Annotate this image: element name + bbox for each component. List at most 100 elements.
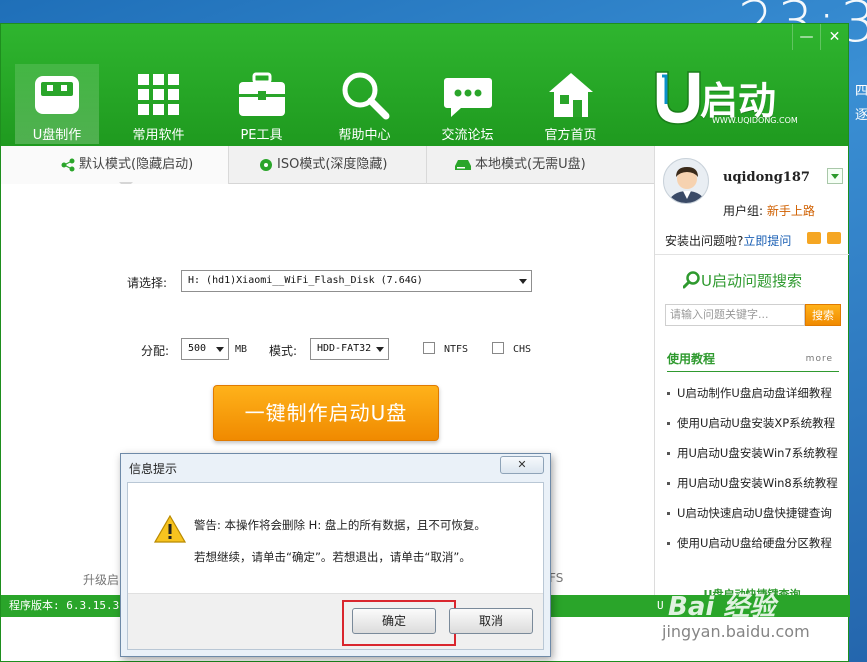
dialog-title: 信息提示 [129, 462, 178, 476]
chevron-down-icon [376, 347, 384, 352]
user-group: 用户组: 新手上路 [723, 202, 815, 219]
alloc-value: 500 [188, 343, 207, 354]
nav-label: U盘制作 [32, 128, 82, 143]
close-button[interactable]: ✕ [820, 24, 848, 50]
nav-label: 官方首页 [544, 128, 597, 143]
mode-value: HDD-FAT32 [317, 343, 372, 354]
tutorial-item[interactable]: 使用U启动U盘给硬盘分区教程 [667, 528, 845, 558]
alloc-unit: MB [235, 344, 248, 355]
tutorial-list: U启动制作U盘启动盘详细教程 使用U启动U盘安装XP系统教程 用U启动U盘安装W… [667, 378, 845, 558]
nav-item-software[interactable]: 常用软件 [107, 64, 210, 144]
user-menu-dropdown[interactable] [827, 168, 843, 184]
title-bar: — ✕ U盘制作 常用软件 PE工具 帮助中心 交流论坛 官方首页 启动 WWW… [1, 24, 848, 146]
instruction-message: 若想继续，请单击“确定”。若想退出，请单击“取消”。 [194, 550, 471, 564]
tab-default-mode[interactable]: 默认模式(隐藏启动) [1, 146, 229, 189]
nav-item-home[interactable]: 官方首页 [519, 64, 622, 144]
tab-local-mode[interactable]: 本地模式(无需U盘) [427, 146, 654, 184]
search-title-text: U启动问题搜索 [701, 272, 802, 290]
window-controls: — ✕ [792, 24, 848, 50]
nav-label: 常用软件 [132, 128, 185, 143]
dialog-body: 警告: 本操作将会删除 H: 盘上的所有数据，且不可恢复。 若想继续，请单击“确… [127, 482, 544, 650]
chat-bubble-icon [443, 78, 492, 117]
tutorial-item[interactable]: 使用U启动U盘安装XP系统教程 [667, 408, 845, 438]
side-panel: uqidong187 用户组: 新手上路 安装出问题啦?立即提问 U启动问题搜索… [654, 146, 849, 601]
mode-label: 模式: [269, 344, 298, 358]
tutorial-item[interactable]: 用U启动U盘安装Win8系统教程 [667, 468, 845, 498]
tab-label: 默认模式(隐藏启动) [79, 157, 194, 172]
search-icon [682, 271, 700, 289]
tutorial-more-link[interactable]: more [806, 354, 833, 364]
help-text: 安装出问题啦? [665, 234, 744, 248]
mail-icon[interactable] [807, 232, 821, 244]
disk-select-value: H: (hd1)Xiaomi__WiFi_Flash_Disk (7.64G) [188, 275, 423, 286]
disk-select-label: 请选择: [127, 276, 168, 290]
version-label: 程序版本: 6.3.15.3 [9, 599, 120, 612]
ntfs-checkbox[interactable] [423, 342, 435, 354]
minimize-button[interactable]: — [792, 24, 820, 50]
username: uqidong187 [723, 170, 810, 185]
main-nav: U盘制作 常用软件 PE工具 帮助中心 交流论坛 官方首页 [15, 64, 622, 144]
share-nodes-icon [61, 158, 75, 171]
nav-item-forum[interactable]: 交流论坛 [416, 64, 519, 144]
upgrade-label-fragment: 升级启 [83, 573, 120, 587]
confirm-button[interactable]: 确定 [352, 608, 436, 634]
tutorial-item[interactable]: 用U启动U盘安装Win7系统教程 [667, 438, 845, 468]
brand-logo: 启动 WWW.UQIDONG.COM [652, 68, 822, 128]
alloc-select[interactable]: 500 [181, 338, 229, 360]
dialog-footer: 确定 取消 [128, 593, 543, 649]
create-bootable-usb-button[interactable]: 一键制作启动U盘 [213, 385, 439, 441]
side-icon-row [807, 232, 841, 244]
ask-question-link[interactable]: 立即提问 [743, 234, 791, 248]
grid-apps-icon [137, 74, 179, 115]
user-avatar-icon [669, 167, 705, 203]
chevron-down-icon [216, 347, 224, 352]
warning-icon [154, 515, 186, 543]
mode-select[interactable]: HDD-FAT32 [310, 338, 389, 360]
tutorial-title: 使用教程 [667, 352, 716, 366]
search-button[interactable]: 搜索 [805, 304, 841, 326]
harddisk-icon [455, 159, 471, 170]
nav-label: 交流论坛 [441, 128, 494, 143]
nav-item-help[interactable]: 帮助中心 [313, 64, 416, 144]
tutorial-item[interactable]: U启动快速启动U盘快捷键查询 [667, 498, 845, 528]
tab-label: ISO模式(深度隐藏) [277, 157, 388, 172]
magnifier-icon [342, 72, 389, 120]
search-input[interactable]: 请输入问题关键字... [665, 304, 805, 326]
chs-checkbox[interactable] [492, 342, 504, 354]
help-line: 安装出问题啦?立即提问 [665, 232, 791, 249]
dialog-close-button[interactable]: ✕ [500, 456, 544, 474]
nav-item-pe-tools[interactable]: PE工具 [210, 64, 313, 144]
divider [655, 254, 849, 255]
message-icon[interactable] [827, 232, 841, 244]
tab-label: 本地模式(无需U盘) [475, 157, 586, 172]
fs-label-fragment: FS [549, 571, 564, 585]
usb-drive-icon [35, 76, 79, 114]
cancel-button[interactable]: 取消 [449, 608, 533, 634]
alloc-label: 分配: [141, 344, 170, 358]
u-logo-icon [655, 71, 701, 125]
warning-message: 警告: 本操作将会删除 H: 盘上的所有数据，且不可恢复。 [194, 518, 486, 532]
tab-iso-mode[interactable]: ISO模式(深度隐藏) [229, 146, 427, 184]
status-right-text: U [657, 599, 664, 612]
user-group-value: 新手上路 [766, 204, 815, 218]
chevron-down-icon [519, 279, 527, 284]
desktop-day-label: 四 [855, 84, 867, 99]
avatar[interactable] [663, 158, 709, 204]
problem-search-title: U启动问题搜索 [682, 270, 802, 291]
tutorial-item[interactable]: U启动制作U盘启动盘详细教程 [667, 378, 845, 408]
nav-label: PE工具 [240, 128, 283, 143]
disk-select[interactable]: H: (hd1)Xiaomi__WiFi_Flash_Disk (7.64G) [181, 270, 532, 292]
home-icon [548, 73, 593, 117]
nav-label: 帮助中心 [338, 128, 391, 143]
info-dialog: 信息提示 ✕ 警告: 本操作将会删除 H: 盘上的所有数据，且不可恢复。 若想继… [120, 453, 551, 657]
toolbox-icon [238, 72, 285, 116]
desktop-day-label-2: 逐 [855, 108, 867, 123]
mode-tabs: 默认模式(隐藏启动) ISO模式(深度隐藏) 本地模式(无需U盘) [1, 146, 654, 189]
tutorial-header: 使用教程 more [667, 350, 839, 372]
chs-label: CHS [513, 344, 532, 355]
nav-item-usb[interactable]: U盘制作 [15, 64, 99, 144]
ntfs-label: NTFS [444, 344, 469, 355]
user-group-label: 用户组: [723, 204, 767, 218]
disc-icon [260, 158, 272, 171]
logo-url: WWW.UQIDONG.COM [712, 116, 798, 125]
